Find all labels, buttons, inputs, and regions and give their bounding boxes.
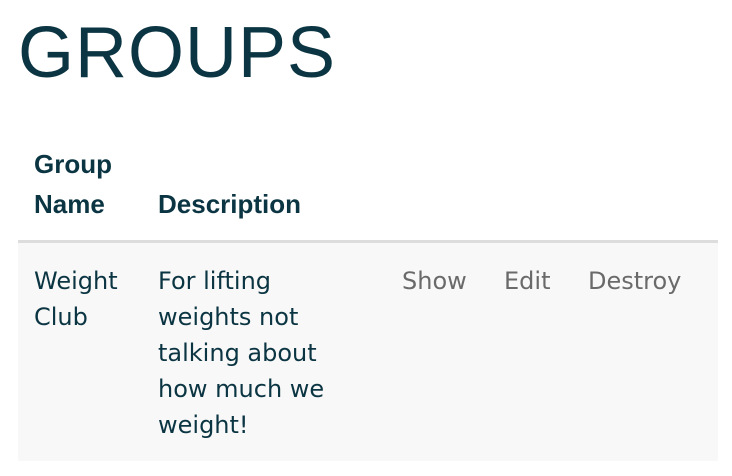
- destroy-link[interactable]: Destroy: [588, 267, 681, 295]
- table-body: Weight Club For lifting weights not talk…: [18, 241, 718, 461]
- group-description-cell: For lifting weights not talking about ho…: [142, 241, 386, 461]
- edit-cell: Edit: [488, 241, 572, 461]
- column-header-empty-destroy: [572, 140, 718, 243]
- destroy-cell: Destroy: [572, 241, 718, 461]
- column-header-empty-show: [386, 140, 488, 243]
- edit-link[interactable]: Edit: [504, 267, 550, 295]
- column-header-group-name: Group Name: [18, 140, 142, 243]
- column-header-empty-edit: [488, 140, 572, 243]
- groups-table: Group Name Description Weight Club For l…: [18, 140, 718, 461]
- table-header: Group Name Description: [18, 140, 718, 243]
- column-header-description: Description: [142, 140, 386, 243]
- show-link[interactable]: Show: [402, 267, 467, 295]
- page-title: GROUPS: [18, 13, 337, 93]
- table-row: Weight Club For lifting weights not talk…: [18, 241, 718, 461]
- show-cell: Show: [386, 241, 488, 461]
- table-header-row: Group Name Description: [18, 140, 718, 243]
- group-name-cell: Weight Club: [18, 241, 142, 461]
